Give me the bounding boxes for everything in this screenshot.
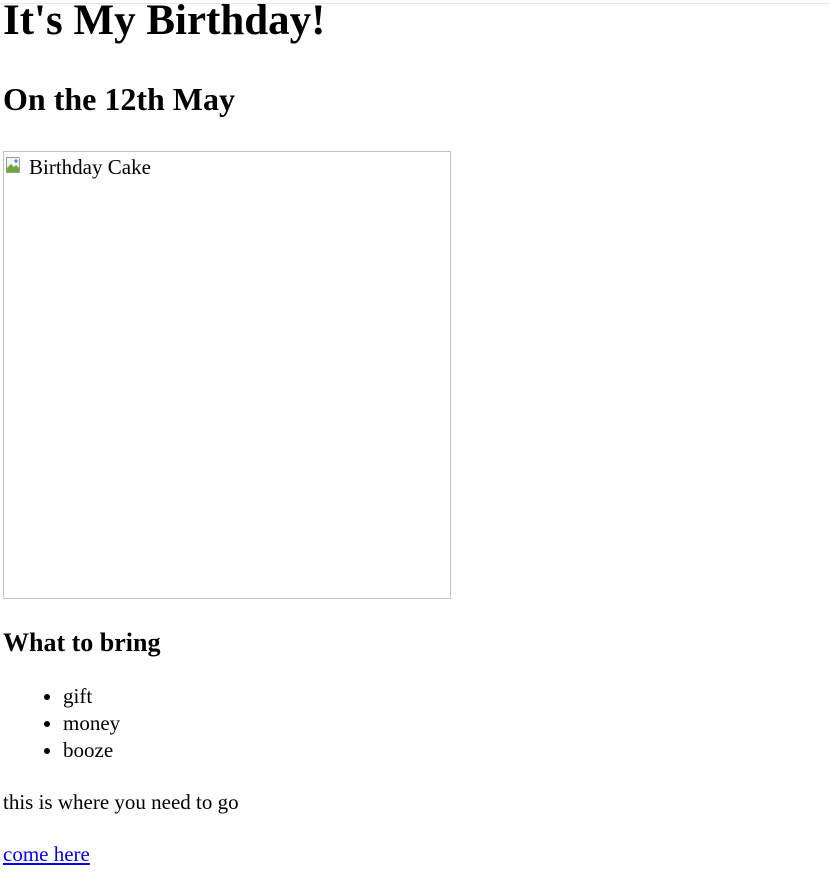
- list-item: gift: [63, 683, 829, 710]
- page-title: It's My Birthday!: [3, 0, 326, 44]
- list-item: booze: [63, 737, 829, 764]
- bring-heading: What to bring: [3, 628, 161, 657]
- birthday-cake-image: Birthday Cake: [3, 151, 451, 599]
- viewport-top-border: [0, 3, 829, 4]
- list-item: money: [63, 710, 829, 737]
- directions-text: this is where you need to go: [3, 790, 239, 814]
- link-paragraph: come here: [3, 842, 829, 866]
- come-here-link[interactable]: come here: [3, 842, 90, 866]
- broken-image-icon: [6, 156, 23, 173]
- image-alt-text: Birthday Cake: [29, 155, 151, 179]
- bring-list: gift money booze: [3, 683, 829, 764]
- page-content: It's My Birthday! On the 12th May Birthd…: [0, 0, 829, 866]
- page-subtitle: On the 12th May: [3, 81, 235, 117]
